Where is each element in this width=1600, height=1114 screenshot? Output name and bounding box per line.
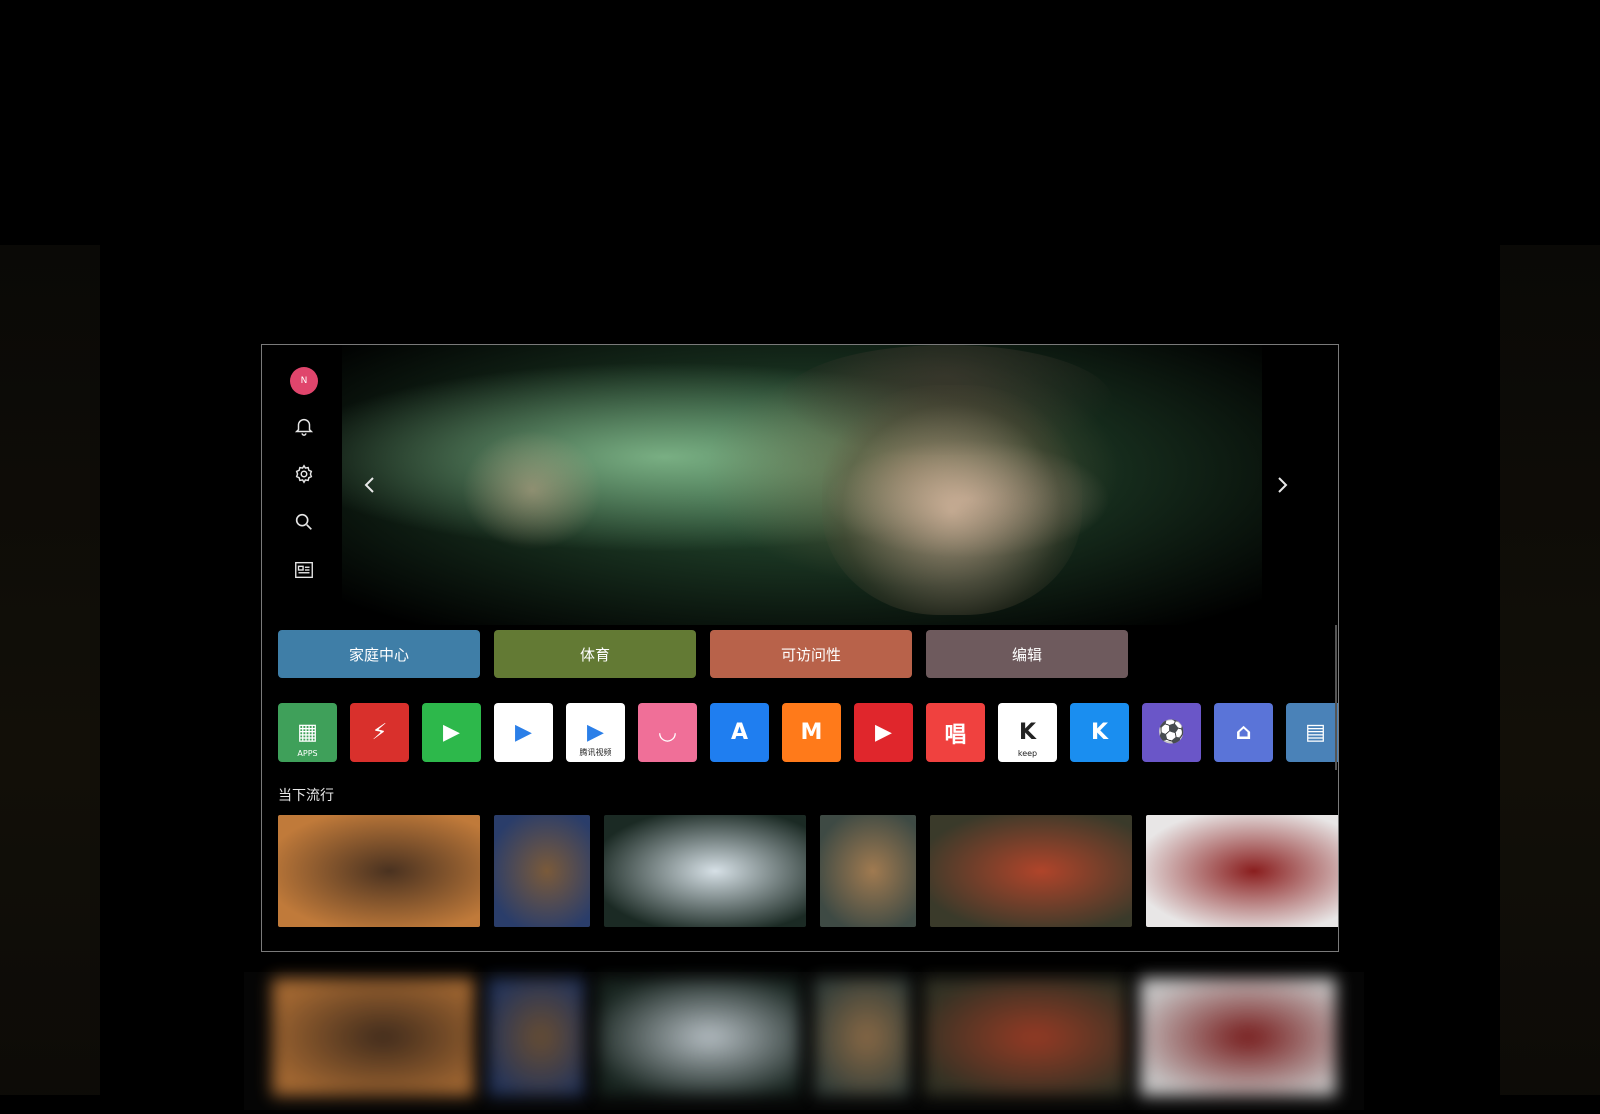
app-glyph: ⌂ (1235, 720, 1252, 745)
reflection-thumbnail (598, 978, 800, 1096)
app-glyph: ▶ (443, 720, 460, 745)
app-tile-sports-app[interactable]: ⚡ (350, 703, 409, 762)
chevron-left-icon[interactable] (358, 473, 382, 497)
category-accessibility-button[interactable]: 可访问性 (710, 630, 912, 678)
app-glyph: ⚽ (1157, 720, 1186, 745)
reflection-thumbnail (1140, 978, 1336, 1096)
app-tile-appstore-app[interactable]: A (710, 703, 769, 762)
app-glyph: ▦ (297, 720, 318, 745)
ambient-glow-left (0, 245, 100, 1095)
app-glyph: ▤ (1305, 720, 1326, 745)
app-tile-youku-app[interactable]: ▶ (494, 703, 553, 762)
app-label: 腾讯视频 (579, 748, 612, 757)
app-glyph: K (1018, 720, 1037, 745)
trending-title: 当下流行 (278, 788, 334, 804)
category-edit-button[interactable]: 编辑 (926, 630, 1128, 678)
app-tile-mango-tv-app[interactable]: M (782, 703, 841, 762)
trending-thumbnail[interactable] (604, 815, 806, 927)
ambient-glow-right (1500, 245, 1600, 1095)
app-tile-唱[interactable]: 唱 (926, 703, 985, 762)
tv-screen: N 家庭中心 体育 可访问性 编辑 ▦ APPS ⚡ ▶ ▶ ▶ 腾讯视频 ◡ A M ▶ 唱 Kkee… (261, 344, 1339, 952)
category-buttons: 家庭中心 体育 可访问性 编辑 (278, 630, 1128, 678)
app-glyph: ⚡ (371, 720, 388, 745)
bell-icon[interactable] (293, 415, 315, 437)
category-sports-button[interactable]: 体育 (494, 630, 696, 678)
gear-icon[interactable] (293, 463, 315, 485)
app-tile-tv-app[interactable]: ▶ (422, 703, 481, 762)
reflection-thumbnail (272, 978, 474, 1096)
app-glyph: M (800, 720, 823, 745)
trending-thumbnail[interactable] (1146, 815, 1338, 927)
trending-thumbnail[interactable] (278, 815, 480, 927)
app-glyph: ▶ (875, 720, 892, 745)
app-tile-K歌[interactable]: K (1070, 703, 1129, 762)
app-tile-腾讯视频[interactable]: ▶ 腾讯视频 (566, 703, 625, 762)
sidebar: N (286, 367, 322, 607)
search-icon[interactable] (293, 511, 315, 533)
app-glyph: ◡ (659, 720, 676, 745)
category-home-hub-button[interactable]: 家庭中心 (278, 630, 480, 678)
reflection-thumbnail (924, 978, 1126, 1096)
app-row: ▦ APPS ⚡ ▶ ▶ ▶ 腾讯视频 ◡ A M ▶ 唱 Kkeep K ⚽ ⌂ ▤ (278, 703, 1338, 762)
trending-thumbnail[interactable] (494, 815, 590, 927)
app-tile-video-app[interactable]: ▶ (854, 703, 913, 762)
app-tile-bilibili-app[interactable]: ◡ (638, 703, 697, 762)
app-glyph: A (730, 720, 749, 745)
screen-reflection (244, 972, 1364, 1110)
app-tile-APPS[interactable]: ▦ APPS (278, 703, 337, 762)
chevron-right-icon[interactable] (1270, 473, 1294, 497)
app-glyph: K (1090, 720, 1109, 745)
scrollbar[interactable] (1335, 625, 1337, 770)
avatar[interactable]: N (290, 367, 318, 395)
hero-banner[interactable] (342, 345, 1262, 625)
app-glyph: 唱 (944, 722, 967, 748)
app-tile-sports-club-app[interactable]: ⚽ (1142, 703, 1201, 762)
trending-thumbnail[interactable] (820, 815, 916, 927)
reflection-thumbnail (814, 978, 910, 1096)
hero-hand (462, 430, 602, 550)
app-label: APPS (297, 749, 318, 758)
app-tile-map-app[interactable]: ▤ (1286, 703, 1338, 762)
trending-thumbnail[interactable] (930, 815, 1132, 927)
app-tile-home-app[interactable]: ⌂ (1214, 703, 1273, 762)
hero-face (822, 385, 1082, 615)
reflection-thumbnail (488, 978, 584, 1096)
trending-row (278, 815, 1338, 927)
guide-icon[interactable] (293, 559, 315, 581)
app-glyph: ▶ (515, 720, 532, 745)
app-tile-keep[interactable]: Kkeep (998, 703, 1057, 762)
app-glyph: ▶ (587, 720, 604, 745)
app-label: keep (1017, 749, 1038, 758)
